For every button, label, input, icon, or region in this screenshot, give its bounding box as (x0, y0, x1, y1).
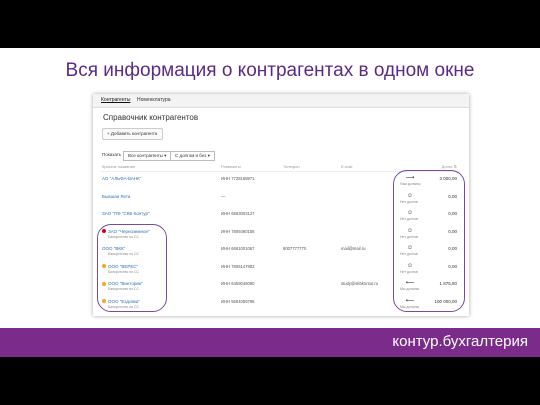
email-cell: mail@mail.ru (341, 246, 366, 251)
column-header-phone[interactable]: Телефон (283, 164, 300, 169)
counterparty-name-text: Бывшая Яхта (102, 193, 131, 199)
tab-bar: Контрагенты Номенклатура (93, 94, 469, 108)
brand-logo: контур.бухгалтерия (392, 333, 528, 350)
filter-label: Показать (102, 152, 122, 157)
highlight-oval-debts (393, 170, 465, 312)
tab-counterparties[interactable]: Контрагенты (101, 97, 130, 103)
chevron-down-icon: ▾ (164, 153, 167, 158)
highlight-oval-status (97, 224, 167, 312)
counterparty-name[interactable]: АО "АЛЬФА-БАНК" (102, 176, 141, 181)
page-title: Справочник контрагентов (103, 113, 199, 122)
filter-scope-value: Все контрагенты (128, 153, 163, 158)
add-counterparty-button[interactable]: + Добавить контрагента (102, 128, 164, 140)
filter-debt-select[interactable]: С долгом и без ▾ (170, 151, 215, 161)
inn-cell: ИНН 7806147983 (221, 263, 255, 269)
slide-title: Вся информация о контрагентах в одном ок… (65, 60, 475, 81)
slide: Вся информация о контрагентах в одном ок… (0, 48, 540, 328)
filter-debt-value: С долгом и без (175, 153, 207, 158)
column-header-name[interactable]: Краткое название (102, 164, 135, 169)
column-header-debt[interactable]: Долги ⇅ (442, 164, 457, 169)
footer-bar: контур.бухгалтерия (0, 328, 540, 357)
phone-cell: 8007777770 (283, 246, 307, 251)
counterparty-name-text: АО "АЛЬФА-БАНК" (102, 176, 142, 181)
column-header-email[interactable]: E-mail (341, 164, 352, 169)
column-header-requisites[interactable]: Реквизиты (221, 164, 241, 169)
sort-icon: ⇅ (453, 164, 457, 169)
inn-cell: ИНН 6663003127 (221, 211, 255, 216)
counterparty-name[interactable]: ЗАО "ПФ "СКБ Контур" (102, 211, 150, 216)
chevron-down-icon: ▾ (207, 153, 210, 158)
counterparty-name-text: ЗАО "ПФ "СКБ Контур" (102, 211, 150, 216)
filter-scope-select[interactable]: Все контрагенты ▾ (123, 151, 172, 161)
inn-cell: ИНН 7728168971 (221, 176, 255, 181)
inn-cell: ИНН 6661001067 (221, 246, 255, 251)
inn-cell: ИНН 7806460158 (221, 228, 255, 234)
column-header-debt-label: Долги (441, 164, 453, 169)
counterparty-name[interactable]: Бывшая Яхта (102, 194, 130, 199)
inn-cell: ИНН 5604059798 (221, 298, 255, 304)
app-screenshot: Контрагенты Номенклатура Справочник конт… (93, 94, 469, 316)
tab-nomenclature[interactable]: Номенклатура (137, 97, 171, 103)
email-cell: study@skbkontur.ru (341, 281, 379, 286)
add-counterparty-label: Добавить контрагента (110, 131, 158, 136)
inn-cell: — (221, 193, 226, 199)
inn-cell: ИНН 6459046080 (221, 281, 255, 286)
